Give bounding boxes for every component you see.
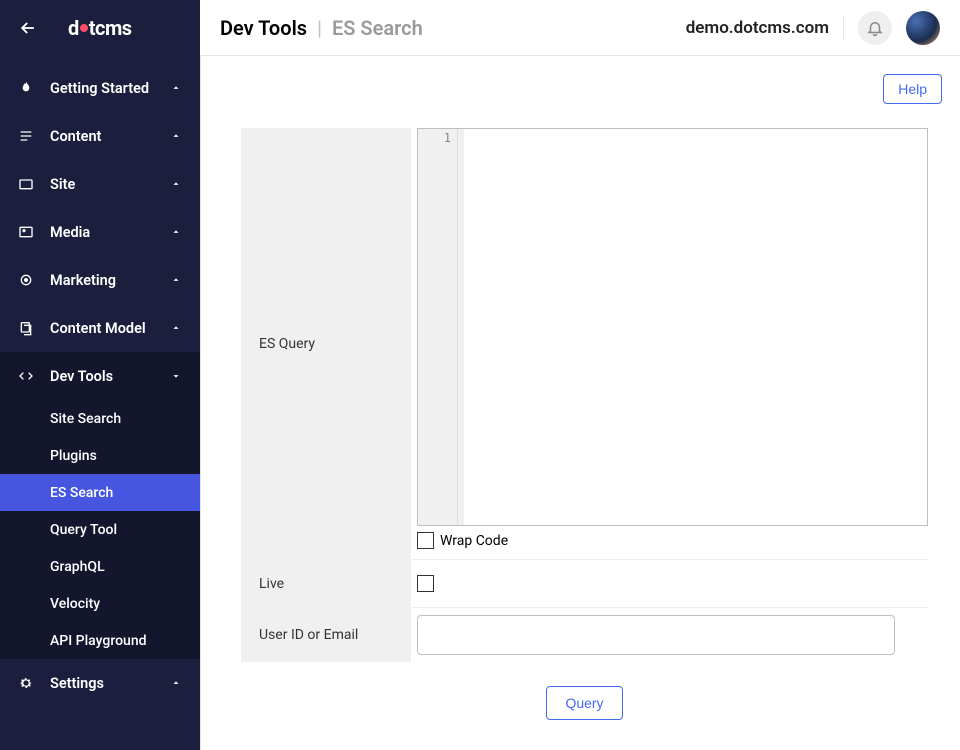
wrap-code-label: Wrap Code [440, 533, 508, 549]
user-label: User ID or Email [241, 608, 411, 662]
gear-icon [16, 673, 36, 693]
sidebar-subitem-es-search[interactable]: ES Search [0, 474, 200, 511]
logo-post: tcms [89, 16, 132, 40]
sidebar-item-media[interactable]: Media [0, 208, 200, 256]
sidebar-item-content-model[interactable]: Content Model [0, 304, 200, 352]
chevron-up-icon [168, 128, 184, 144]
bell-icon [866, 19, 884, 37]
target-icon [16, 270, 36, 290]
sidebar-item-label: Media [50, 224, 168, 241]
folder-icon [16, 174, 36, 194]
sidebar: dtcms Getting Started Content Site Med [0, 0, 200, 750]
breadcrumb-section: Dev Tools [220, 16, 307, 40]
chevron-up-icon [168, 80, 184, 96]
es-query-editor[interactable]: 1 [417, 128, 928, 526]
sidebar-item-label: Content Model [50, 320, 168, 337]
sidebar-item-label: Settings [50, 675, 168, 692]
separator [843, 17, 844, 39]
query-button[interactable]: Query [546, 686, 622, 720]
topbar: Dev Tools | ES Search demo.dotcms.com [200, 0, 960, 56]
code-icon [16, 366, 36, 386]
stack-icon [16, 318, 36, 338]
chevron-up-icon [168, 224, 184, 240]
chevron-up-icon [168, 176, 184, 192]
sidebar-subitem-site-search[interactable]: Site Search [0, 400, 200, 437]
chevron-up-icon [168, 320, 184, 336]
logo: dtcms [68, 16, 132, 40]
sidebar-subitem-plugins[interactable]: Plugins [0, 437, 200, 474]
sidebar-item-marketing[interactable]: Marketing [0, 256, 200, 304]
help-button[interactable]: Help [883, 74, 942, 104]
logo-pre: d [68, 16, 79, 40]
arrow-left-icon [18, 18, 38, 38]
chevron-up-icon [168, 675, 184, 691]
site-domain[interactable]: demo.dotcms.com [686, 18, 829, 38]
wrap-code-checkbox[interactable] [417, 532, 434, 549]
logo-dot-icon [80, 24, 88, 32]
wrap-code-row: Wrap Code [417, 526, 928, 559]
sidebar-item-site[interactable]: Site [0, 160, 200, 208]
user-input[interactable] [417, 615, 895, 655]
sidebar-subitem-api-playground[interactable]: API Playground [0, 622, 200, 659]
sidebar-item-label: Dev Tools [50, 368, 168, 385]
flame-icon [16, 78, 36, 98]
editor-gutter: 1 [418, 129, 458, 525]
form-row-live: Live [241, 560, 928, 608]
sidebar-item-label: Content [50, 128, 168, 145]
dev-tools-submenu: Site SearchPluginsES SearchQuery ToolGra… [0, 400, 200, 659]
form-row-user: User ID or Email [241, 608, 928, 662]
es-query-label: ES Query [241, 128, 411, 560]
submit-row: Query [241, 686, 928, 720]
es-search-form: ES Query 1 Wrap Code Live [241, 128, 928, 720]
sidebar-item-dev-tools[interactable]: Dev Tools [0, 352, 200, 400]
breadcrumb-separator: | [317, 16, 322, 40]
form-row-es-query: ES Query 1 Wrap Code [241, 128, 928, 560]
topbar-right: demo.dotcms.com [686, 11, 940, 45]
main: Dev Tools | ES Search demo.dotcms.com He… [200, 0, 960, 750]
breadcrumb-page: ES Search [332, 16, 423, 40]
sidebar-item-label: Getting Started [50, 80, 168, 97]
breadcrumb: Dev Tools | ES Search [220, 16, 423, 40]
chevron-down-icon [168, 368, 184, 384]
live-label: Live [241, 560, 411, 608]
chevron-up-icon [168, 272, 184, 288]
sidebar-item-content[interactable]: Content [0, 112, 200, 160]
gallery-icon [16, 222, 36, 242]
sidebar-header: dtcms [0, 0, 200, 56]
lines-icon [16, 126, 36, 146]
sidebar-subitem-query-tool[interactable]: Query Tool [0, 511, 200, 548]
avatar[interactable] [906, 11, 940, 45]
notifications-button[interactable] [858, 11, 892, 45]
content: Help ES Query 1 Wrap Code [200, 56, 960, 750]
sidebar-item-label: Site [50, 176, 168, 193]
nav: Getting Started Content Site Media Marke [0, 56, 200, 750]
back-button[interactable] [12, 12, 44, 44]
sidebar-subitem-graphql[interactable]: GraphQL [0, 548, 200, 585]
live-checkbox[interactable] [417, 575, 434, 592]
sidebar-item-settings[interactable]: Settings [0, 659, 200, 707]
sidebar-subitem-velocity[interactable]: Velocity [0, 585, 200, 622]
line-number: 1 [444, 131, 451, 145]
sidebar-item-getting-started[interactable]: Getting Started [0, 64, 200, 112]
sidebar-item-label: Marketing [50, 272, 168, 289]
editor-code-area[interactable] [458, 129, 927, 525]
